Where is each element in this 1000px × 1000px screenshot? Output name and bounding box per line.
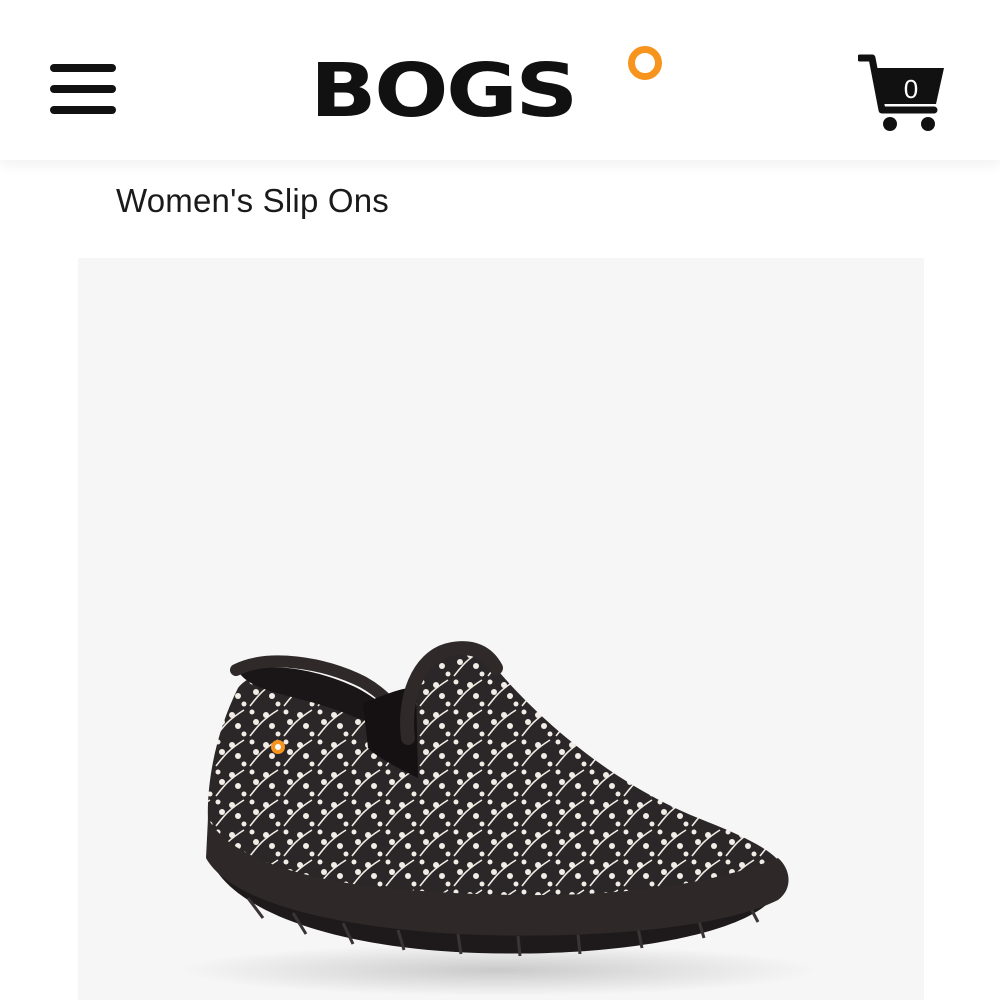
menu-button[interactable] [50, 62, 116, 118]
hamburger-menu-icon [50, 64, 116, 72]
slip-on-shoe-illustration [178, 641, 818, 996]
product-page: BOGS 0 Women's Slip Ons [0, 0, 1000, 1000]
cart-count-badge: 0 [903, 74, 919, 104]
logo-wordmark: BOGS [310, 48, 578, 134]
bogs-logo[interactable]: BOGS [310, 44, 670, 128]
logo-dot-icon [628, 46, 662, 80]
hamburger-menu-icon-bar [50, 85, 116, 93]
cart-button[interactable]: 0 [856, 52, 950, 136]
product-image[interactable] [78, 258, 924, 1000]
site-header: BOGS 0 [0, 0, 1000, 160]
hamburger-menu-icon-bar [50, 106, 116, 114]
page-title: Women's Slip Ons [116, 182, 389, 219]
